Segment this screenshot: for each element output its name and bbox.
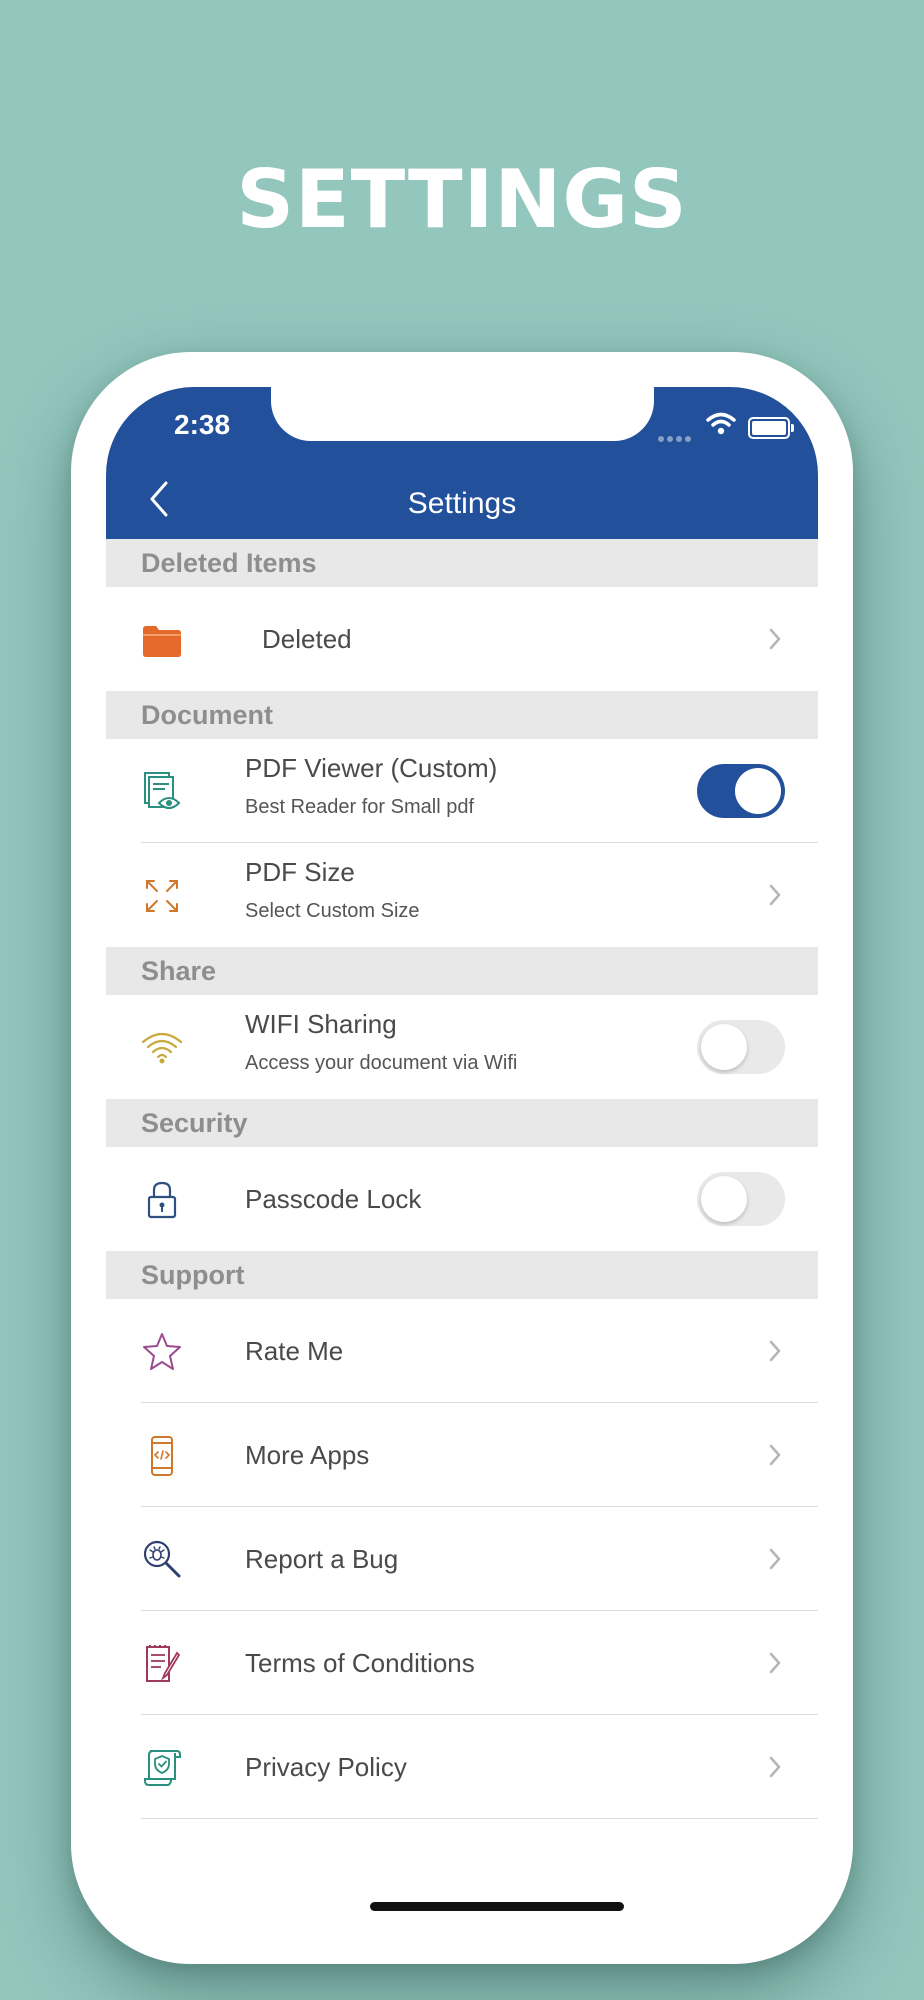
phone-code-icon — [151, 1436, 173, 1476]
row-report-bug[interactable]: Report a Bug — [106, 1507, 818, 1611]
status-icons — [638, 407, 818, 447]
signal-icon — [658, 429, 694, 447]
chevron-right-icon — [769, 1444, 781, 1466]
phone-frame: 2:38 Settings Deleted Items Deleted Docu… — [71, 352, 853, 1964]
row-deleted[interactable]: Deleted — [106, 587, 818, 691]
row-label-more-apps: More Apps — [245, 1440, 370, 1470]
pdf-viewer-toggle[interactable] — [697, 764, 785, 818]
star-icon — [143, 1333, 181, 1370]
chevron-right-icon — [769, 628, 781, 650]
row-pdf-viewer[interactable]: PDF Viewer (Custom) Best Reader for Smal… — [106, 739, 818, 843]
row-label-pdf-size: PDF Size — [245, 857, 355, 887]
row-label-rate-me: Rate Me — [245, 1336, 344, 1366]
section-header-share: Share — [106, 947, 818, 995]
chevron-right-icon — [769, 884, 781, 906]
passcode-lock-toggle[interactable] — [697, 1172, 785, 1226]
row-subtitle-pdf-size: Select Custom Size — [245, 900, 420, 922]
nav-header: 2:38 Settings — [106, 387, 818, 539]
row-label-deleted: Deleted — [262, 624, 352, 654]
section-header-support: Support — [106, 1251, 818, 1299]
expand-icon — [146, 880, 178, 912]
section-header-security: Security — [106, 1099, 818, 1147]
wifi-icon — [141, 1032, 183, 1064]
row-terms[interactable]: Terms of Conditions — [106, 1611, 818, 1715]
row-pdf-size[interactable]: PDF Size Select Custom Size — [106, 843, 818, 947]
bug-search-icon — [143, 1540, 181, 1578]
document-eye-icon — [144, 772, 181, 809]
wifi-sharing-toggle[interactable] — [697, 1020, 785, 1074]
status-time: 2:38 — [174, 409, 231, 440]
row-subtitle-wifi-sharing: Access your document via Wifi — [245, 1052, 518, 1074]
wifi-status-icon — [706, 412, 736, 435]
row-label-privacy: Privacy Policy — [245, 1752, 407, 1782]
chevron-right-icon — [769, 1548, 781, 1570]
chevron-right-icon — [769, 1756, 781, 1778]
row-more-apps[interactable]: More Apps — [106, 1403, 818, 1507]
row-wifi-sharing[interactable]: WIFI Sharing Access your document via Wi… — [106, 995, 818, 1099]
row-rate-me[interactable]: Rate Me — [106, 1299, 818, 1403]
row-label-pdf-viewer: PDF Viewer (Custom) — [245, 753, 498, 783]
shield-scroll-icon — [144, 1750, 181, 1786]
folder-icon — [143, 626, 181, 657]
phone-screen: 2:38 Settings Deleted Items Deleted Docu… — [106, 387, 818, 1929]
section-header-deleted-items: Deleted Items — [106, 539, 818, 587]
row-privacy[interactable]: Privacy Policy — [106, 1715, 818, 1819]
battery-icon — [748, 417, 794, 439]
notch — [271, 387, 654, 441]
section-header-document: Document — [106, 691, 818, 739]
page-title: Settings — [407, 487, 517, 520]
chevron-right-icon — [769, 1652, 781, 1674]
lock-icon — [147, 1181, 177, 1219]
row-label-terms: Terms of Conditions — [245, 1648, 475, 1678]
chevron-right-icon — [769, 1340, 781, 1362]
row-label-wifi-sharing: WIFI Sharing — [245, 1009, 397, 1039]
home-indicator[interactable] — [370, 1902, 624, 1911]
row-label-passcode-lock: Passcode Lock — [245, 1184, 422, 1214]
row-subtitle-pdf-viewer: Best Reader for Small pdf — [245, 796, 474, 818]
row-passcode-lock[interactable]: Passcode Lock — [106, 1147, 818, 1251]
document-pen-icon — [146, 1645, 181, 1682]
promo-title: SETTINGS — [236, 153, 688, 246]
row-label-report-bug: Report a Bug — [245, 1544, 399, 1574]
